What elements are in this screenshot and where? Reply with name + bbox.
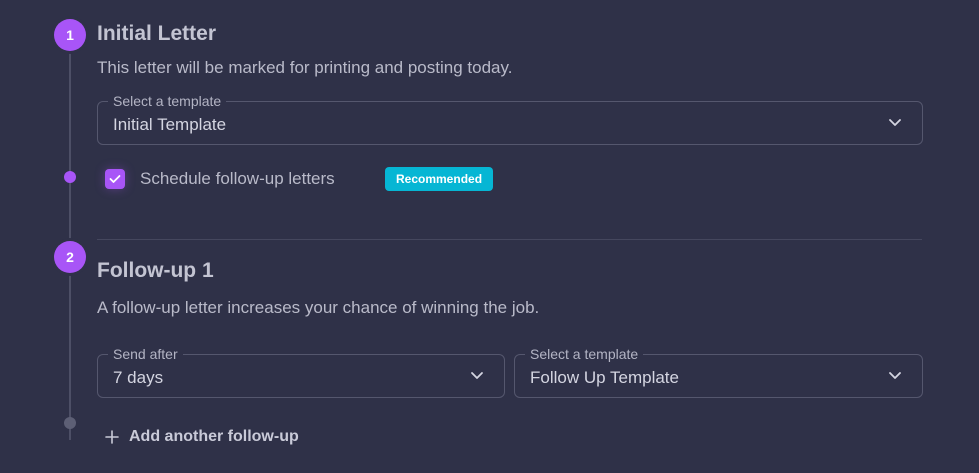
send-after-select[interactable]: Send after 7 days — [97, 345, 505, 398]
check-icon — [109, 175, 121, 183]
section-divider — [97, 239, 922, 240]
step-1-badge: 1 — [54, 19, 86, 51]
initial-template-label: Select a template — [108, 92, 227, 110]
recommended-badge: Recommended — [385, 167, 494, 191]
send-after-label: Send after — [108, 345, 183, 363]
add-follow-up-button[interactable]: Add another follow-up — [105, 428, 299, 446]
step-1-description: This letter will be marked for printing … — [97, 58, 513, 77]
plus-icon — [105, 430, 119, 444]
schedule-follow-up-checkbox[interactable] — [105, 169, 125, 189]
step-2-badge: 2 — [54, 241, 86, 273]
follow-up-template-label: Select a template — [525, 345, 644, 363]
initial-template-value: Initial Template — [113, 115, 227, 134]
chevron-down-icon — [889, 372, 901, 379]
schedule-follow-up-label[interactable]: Schedule follow-up letters — [140, 169, 335, 189]
step-2-description: A follow-up letter increases your chance… — [97, 298, 540, 317]
initial-template-select[interactable]: Select a template Initial Template — [97, 92, 923, 145]
chevron-down-icon — [889, 119, 901, 126]
add-follow-up-label: Add another follow-up — [129, 428, 299, 445]
chevron-down-icon — [471, 372, 483, 379]
timeline-dot-follow-up — [64, 171, 76, 183]
send-after-value: 7 days — [113, 368, 164, 387]
timeline-dot-end — [64, 417, 76, 429]
follow-up-template-value: Follow Up Template — [530, 368, 679, 387]
step-1-title: Initial Letter — [97, 22, 217, 45]
step-2-title: Follow-up 1 — [97, 259, 214, 282]
follow-up-template-select[interactable]: Select a template Follow Up Template — [514, 345, 923, 398]
timeline-line — [69, 40, 71, 440]
